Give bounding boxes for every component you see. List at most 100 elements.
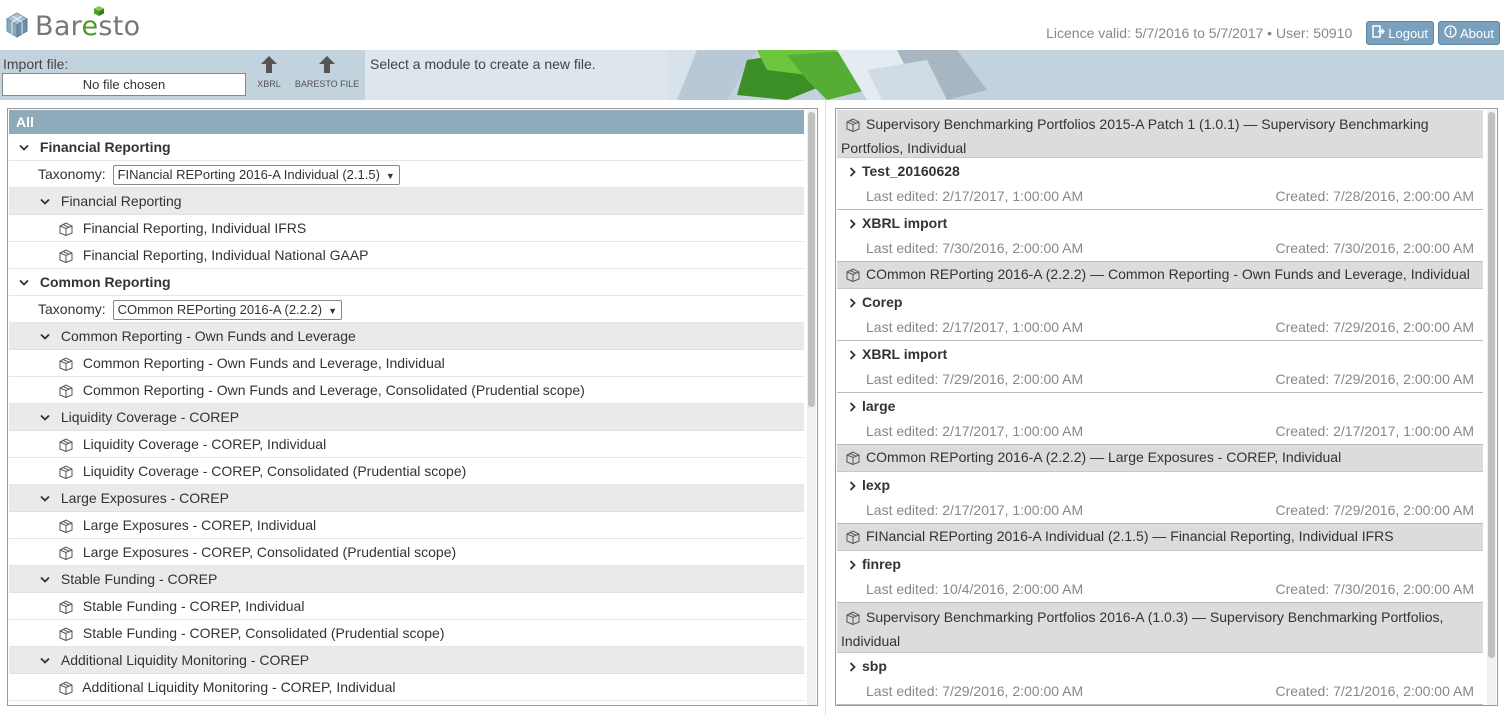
file-item[interactable]: Corep Last edited: 2/17/2017, 1:00:00 AM… [837,289,1483,341]
chevron-right-icon [849,163,862,179]
group-title: Stable Funding - COREP [60,571,218,587]
module-item[interactable]: Common Reporting - Own Funds and Leverag… [9,377,804,404]
all-header[interactable]: All [9,110,804,134]
module-cube-icon [58,459,74,486]
file-name: finrep [862,556,901,572]
module-cube-icon [845,607,861,630]
chevron-right-icon [849,346,862,362]
module-item[interactable]: Common Reporting - Own Funds and Leverag… [9,350,804,377]
logout-icon [1372,25,1388,41]
module-cube-icon [58,243,74,270]
app-header: Baresto Licence valid: 5/7/2016 to 5/7/2… [0,0,1504,50]
instruction-message: Select a module to create a new file. [370,56,596,72]
taxonomy-select[interactable]: FINancial REPorting 2016-A Individual (2… [112,165,400,186]
section-financial-reporting[interactable]: Financial Reporting [9,134,804,161]
module-item[interactable]: Financial Reporting, Individual National… [9,242,804,269]
group-stable-funding[interactable]: Stable Funding - COREP [9,566,804,593]
file-last-edited: Last edited: 7/30/2016, 2:00:00 AM [866,240,1084,256]
file-group-title: Supervisory Benchmarking Portfolios 2016… [841,609,1444,649]
module-label: Financial Reporting, Individual IFRS [82,220,307,236]
chevron-down-icon [17,134,31,161]
group-large-exposures[interactable]: Large Exposures - COREP [9,485,804,512]
file-created: Created: 7/29/2016, 2:00:00 AM [1275,319,1474,335]
banner-graphic [667,50,1095,100]
about-label: About [1460,25,1494,41]
file-name: lexp [862,477,891,493]
taxonomy-row: Taxonomy: COmmon REPorting 2016-A (2.2.2… [9,296,804,323]
file-name: XBRL import [862,215,948,231]
logo: Baresto [5,6,140,46]
module-item[interactable]: Large Exposures - COREP, Consolidated (P… [9,539,804,566]
xbrl-label: XBRL [257,79,281,89]
import-area: Import file: No file chosen XBRL BARESTO… [0,50,365,100]
file-created: Created: 7/28/2016, 2:00:00 AM [1275,188,1474,204]
message-area: Select a module to create a new file. [365,50,667,100]
chevron-down-icon [38,566,52,593]
module-item[interactable]: Additional Liquidity Monitoring - COREP,… [9,674,804,701]
module-item[interactable]: Large Exposures - COREP, Individual [9,512,804,539]
chevron-right-icon [849,658,862,674]
section-common-reporting[interactable]: Common Reporting [9,269,804,296]
file-input[interactable]: No file chosen [2,73,246,96]
file-item[interactable]: sbp Last edited: 7/29/2016, 2:00:00 AM C… [837,653,1483,705]
module-item[interactable]: Stable Funding - COREP, Individual [9,593,804,620]
chevron-down-icon [38,404,52,431]
file-created: Created: 7/29/2016, 2:00:00 AM [1275,502,1474,518]
file-created: Created: 2/17/2017, 1:00:00 AM [1275,423,1474,439]
module-label: Common Reporting - Own Funds and Leverag… [82,382,585,398]
module-cube-icon [845,527,861,548]
file-last-edited: Last edited: 10/4/2016, 2:00:00 AM [866,581,1084,597]
module-cube-icon [845,114,861,137]
file-item[interactable]: finrep Last edited: 10/4/2016, 2:00:00 A… [837,551,1483,603]
file-item[interactable]: Test_20160628 Last edited: 2/17/2017, 1:… [837,158,1483,210]
left-scrollbar[interactable] [807,110,816,705]
module-cube-icon [58,594,74,621]
group-liquidity-coverage[interactable]: Liquidity Coverage - COREP [9,404,804,431]
group-title: Financial Reporting [60,193,182,209]
module-cube-icon [58,621,74,648]
module-cube-icon [58,351,74,378]
module-label: Common Reporting - Own Funds and Leverag… [82,355,445,371]
file-group-header: Supervisory Benchmarking Portfolios 2016… [837,603,1483,653]
module-label: Additional Liquidity Monitoring - COREP,… [82,679,396,695]
import-xbrl-button[interactable]: XBRL [254,56,284,89]
group-financial-reporting[interactable]: Financial Reporting [9,188,804,215]
file-item[interactable]: XBRL import Last edited: 7/30/2016, 2:00… [837,210,1483,262]
logout-button[interactable]: Logout [1366,21,1435,45]
upload-arrow-icon [290,56,364,73]
module-cube-icon [58,432,74,459]
chevron-right-icon [849,477,862,493]
file-created: Created: 7/21/2016, 2:00:00 AM [1275,683,1474,699]
logo-cube-icon [5,11,29,42]
group-additional-liquidity[interactable]: Additional Liquidity Monitoring - COREP [9,647,804,674]
file-item[interactable]: lexp Last edited: 2/17/2017, 1:00:00 AM … [837,472,1483,524]
file-created: Created: 7/30/2016, 2:00:00 AM [1275,581,1474,597]
info-icon [1444,25,1460,41]
logo-green-cube-icon [93,4,105,20]
module-label: Stable Funding - COREP, Consolidated (Pr… [82,625,445,641]
module-tree-panel: All Financial Reporting Taxonomy: FINanc… [7,108,818,706]
group-own-funds[interactable]: Common Reporting - Own Funds and Leverag… [9,323,804,350]
about-button[interactable]: About [1438,21,1500,45]
file-item[interactable]: XBRL import Last edited: 7/29/2016, 2:00… [837,341,1483,393]
left-scrollbar-thumb[interactable] [808,112,815,407]
module-cube-icon [58,540,74,567]
module-cube-icon [58,675,74,702]
import-baresto-file-button[interactable]: BARESTO FILE [290,56,364,89]
file-item[interactable]: large Last edited: 2/17/2017, 1:00:00 AM… [837,393,1483,445]
group-title: Liquidity Coverage - COREP [60,409,240,425]
taxonomy-select[interactable]: COmmon REPorting 2016-A (2.2.2) ▼ [112,300,342,321]
chevron-right-icon [849,294,862,310]
logout-label: Logout [1388,25,1429,41]
panel-divider[interactable] [825,100,826,715]
right-scrollbar-thumb[interactable] [1488,112,1495,658]
module-item[interactable]: Stable Funding - COREP, Consolidated (Pr… [9,620,804,647]
file-group-title: Supervisory Benchmarking Portfolios 2015… [841,116,1429,156]
right-scrollbar[interactable] [1487,110,1496,705]
module-item[interactable]: Liquidity Coverage - COREP, Individual [9,431,804,458]
module-item[interactable]: Financial Reporting, Individual IFRS [9,215,804,242]
file-created: Created: 7/29/2016, 2:00:00 AM [1275,371,1474,387]
import-label: Import file: [3,56,69,72]
chevron-down-icon [38,485,52,512]
module-item[interactable]: Liquidity Coverage - COREP, Consolidated… [9,458,804,485]
